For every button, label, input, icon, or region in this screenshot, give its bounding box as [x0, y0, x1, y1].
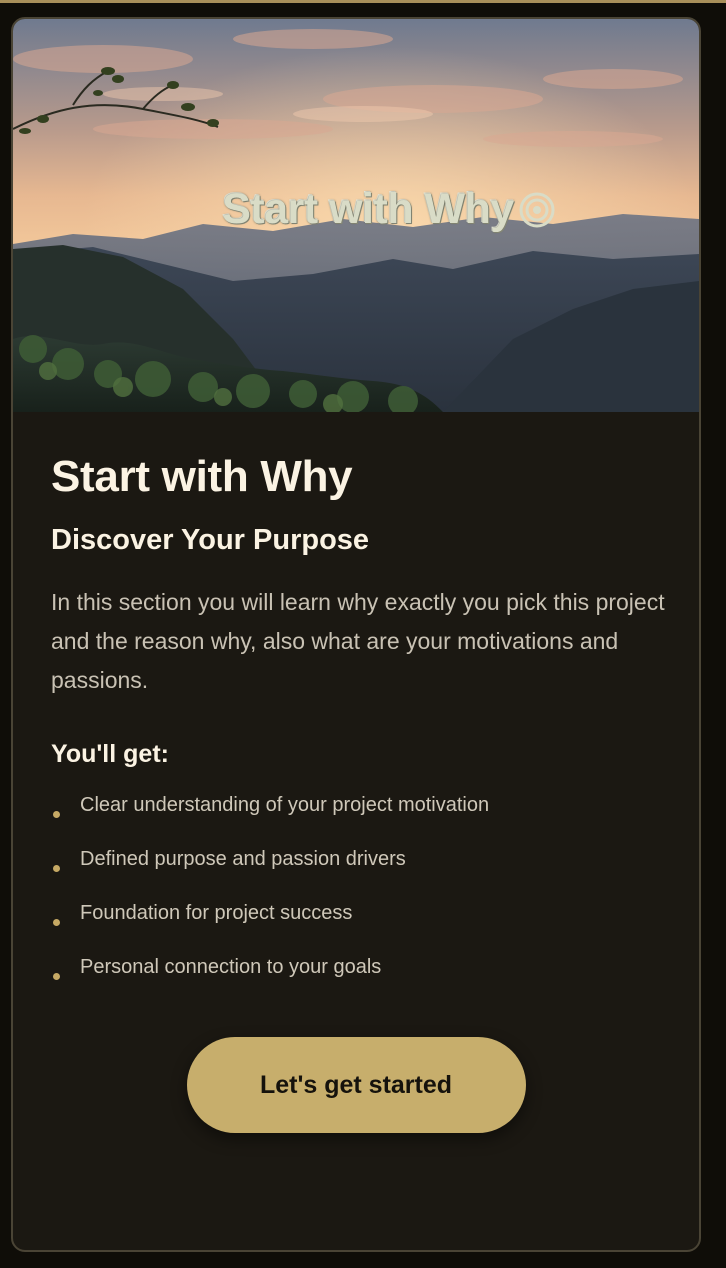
hero-image: Start with Why: [13, 19, 699, 412]
bullet-dot-icon: [53, 811, 60, 818]
card-title: Start with Why: [51, 452, 353, 501]
benefits-heading: You'll get:: [51, 740, 169, 768]
hero-overlay-title: Start with Why: [13, 185, 699, 234]
bullet-dot-icon: [53, 973, 60, 980]
bullet-dot-icon: [53, 865, 60, 872]
benefits-list: Clear understanding of your project moti…: [51, 793, 661, 1009]
benefit-text: Clear understanding of your project moti…: [80, 794, 490, 816]
benefit-item: Personal connection to your goals: [51, 955, 661, 1009]
hero-title-text: Start with Why: [222, 185, 514, 233]
benefit-text: Defined purpose and passion drivers: [80, 848, 406, 870]
benefit-text: Foundation for project success: [80, 902, 353, 924]
top-accent-line: [0, 0, 726, 3]
target-icon: [519, 192, 555, 227]
card-description: In this section you will learn why exact…: [51, 589, 665, 693]
benefit-item: Clear understanding of your project moti…: [51, 793, 661, 847]
benefit-item: Defined purpose and passion drivers: [51, 847, 661, 901]
benefit-text: Personal connection to your goals: [80, 956, 382, 978]
cta-container: Let's get started: [51, 1037, 661, 1133]
card-subtitle: Discover Your Purpose: [51, 524, 370, 556]
bullet-dot-icon: [53, 919, 60, 926]
get-started-button[interactable]: Let's get started: [186, 1037, 526, 1133]
module-card: Start with Why Start with Why Discover Y…: [11, 17, 701, 1252]
card-content: Start with Why Discover Your Purpose In …: [13, 452, 699, 1133]
benefit-item: Foundation for project success: [51, 901, 661, 955]
